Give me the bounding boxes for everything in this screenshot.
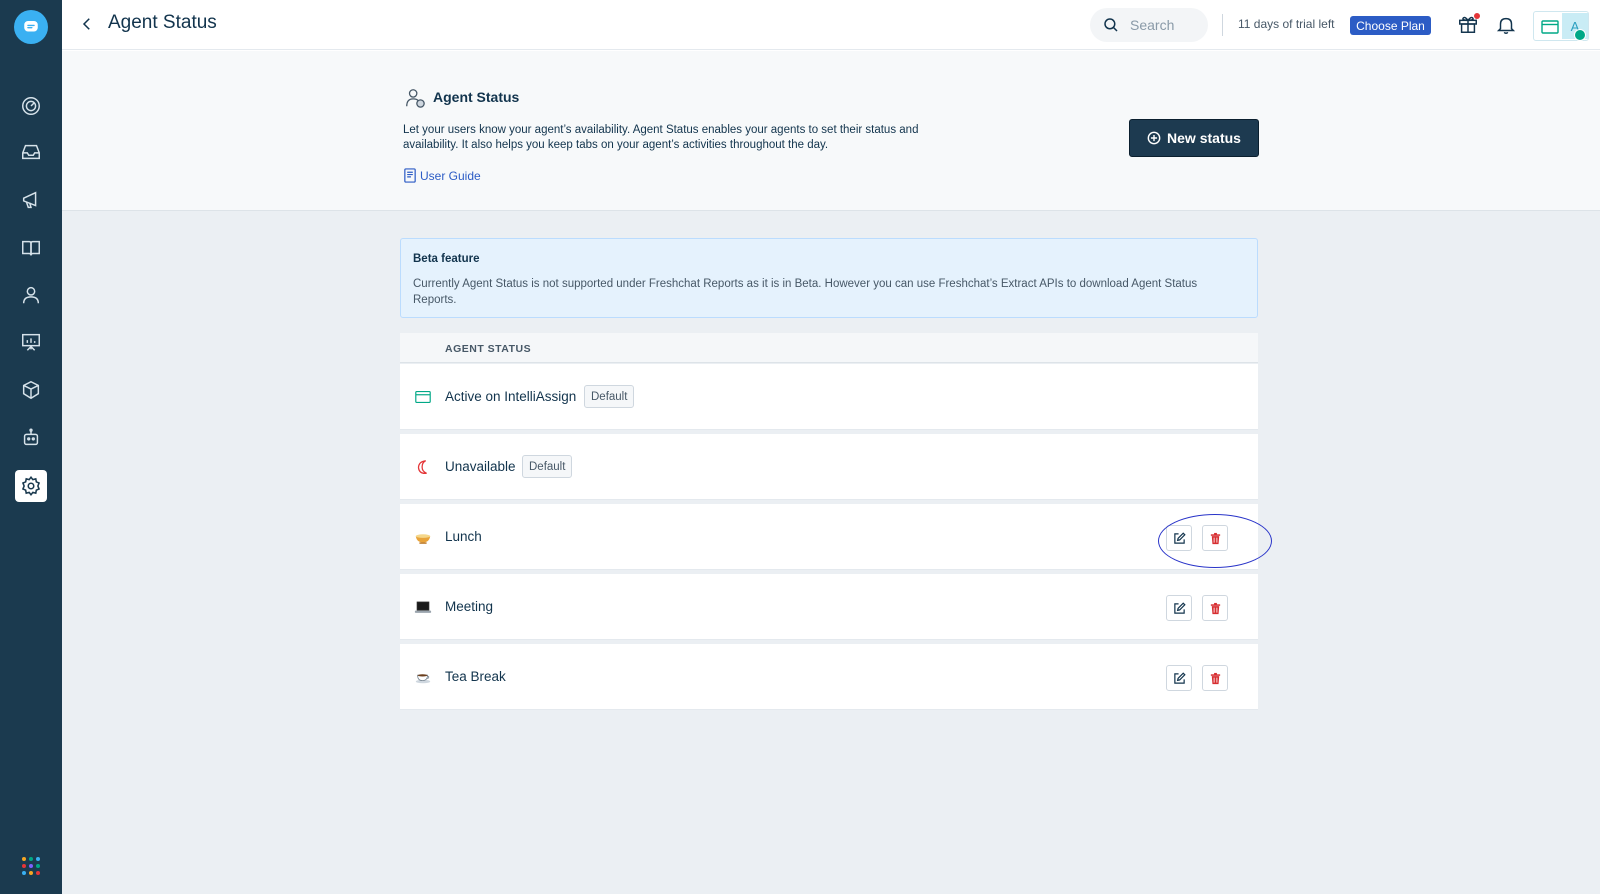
notification-dot (1474, 13, 1480, 19)
trash-icon (1210, 672, 1220, 684)
new-status-label: New status (1167, 130, 1241, 146)
status-row-tea-break: Tea Break (400, 644, 1258, 710)
delete-button[interactable] (1202, 665, 1228, 691)
chevron-left-icon (82, 18, 90, 30)
new-status-button[interactable]: New status (1129, 119, 1259, 157)
agent-status-icon (1541, 20, 1559, 34)
trash-icon (1210, 602, 1220, 614)
book-icon (404, 168, 416, 183)
plus-circle-icon (1147, 131, 1161, 145)
app-switcher-icon[interactable] (21, 856, 41, 876)
trial-countdown: 11 days of trial left (1238, 17, 1335, 31)
sidebar-item-inbox[interactable] (15, 136, 47, 168)
tea-cup-icon (414, 668, 432, 686)
status-row-active: Active on IntelliAssign Default (400, 364, 1258, 430)
status-name: Unavailable (445, 459, 516, 474)
user-guide-link[interactable]: User Guide (403, 168, 481, 183)
laptop-icon (414, 598, 432, 616)
app-frame: Agent Status Search 11 days of trial lef… (0, 0, 1600, 894)
section-description: Let your users know your agent’s availab… (403, 124, 919, 151)
sidebar-item-bots[interactable] (15, 422, 47, 454)
intro-section: Agent Status Let your users know your ag… (62, 51, 1600, 211)
online-check-icon (1574, 29, 1586, 41)
agent-status-user-icon (406, 89, 425, 108)
sidebar-item-campaigns[interactable] (15, 184, 47, 216)
edit-icon (1173, 671, 1186, 684)
contacts-icon (22, 286, 40, 304)
sidebar-item-knowledge-base[interactable] (15, 232, 47, 264)
edit-icon (1173, 601, 1186, 614)
sidebar-item-contacts[interactable] (15, 279, 47, 311)
freshchat-logo[interactable] (14, 10, 48, 44)
main-content: Beta feature Currently Agent Status is n… (62, 211, 1600, 894)
bots-icon (23, 428, 39, 446)
dashboard-icon (22, 97, 40, 115)
knowledge-base-icon (22, 240, 40, 256)
sidebar-item-dashboard[interactable] (15, 90, 47, 122)
top-header: Agent Status Search 11 days of trial lef… (62, 0, 1600, 50)
section-title: Agent Status (433, 89, 520, 105)
column-header-agent-status: AGENT STATUS (445, 343, 532, 355)
status-row-lunch: Lunch (400, 504, 1258, 570)
bell-icon[interactable] (1495, 14, 1517, 36)
sidebar-item-settings[interactable] (15, 470, 47, 502)
integrations-icon (22, 380, 40, 400)
inbox-icon (22, 144, 40, 160)
back-button[interactable] (76, 13, 98, 35)
status-name: Lunch (445, 529, 482, 544)
search-placeholder[interactable]: Search (1130, 17, 1174, 33)
settings-icon (21, 476, 41, 496)
ramen-bowl-icon (414, 528, 432, 546)
beta-title: Beta feature (413, 253, 480, 265)
status-name: Tea Break (445, 669, 506, 684)
status-name: Meeting (445, 599, 494, 614)
edit-button[interactable] (1166, 595, 1192, 621)
default-badge: Default (522, 455, 573, 478)
user-guide-label[interactable]: User Guide (420, 169, 481, 183)
status-name: Active on IntelliAssign (445, 389, 577, 404)
page-title: Agent Status (108, 12, 217, 33)
delete-button[interactable] (1202, 595, 1228, 621)
sidebar (0, 0, 62, 894)
chat-logo-icon (24, 21, 38, 32)
choose-plan-button[interactable]: Choose Plan (1350, 16, 1431, 35)
intelliassign-icon (414, 388, 432, 406)
campaigns-icon (22, 191, 37, 209)
default-badge: Default (584, 385, 635, 408)
beta-description: Currently Agent Status is not supported … (413, 278, 1198, 306)
search-icon (1104, 18, 1118, 32)
moon-icon (414, 458, 432, 476)
sidebar-item-reports[interactable] (15, 326, 47, 358)
status-row-meeting: Meeting (400, 574, 1258, 640)
highlight-annotation-oval (1158, 514, 1272, 568)
search-box[interactable]: Search (1090, 8, 1208, 42)
edit-button[interactable] (1166, 665, 1192, 691)
status-row-unavailable: Unavailable Default (400, 434, 1258, 500)
reports-icon (22, 333, 40, 351)
sidebar-item-integrations[interactable] (15, 374, 47, 406)
beta-notice: Beta feature Currently Agent Status is n… (400, 238, 1258, 318)
header-divider (1222, 14, 1223, 36)
status-table-header: AGENT STATUS (400, 333, 1258, 363)
